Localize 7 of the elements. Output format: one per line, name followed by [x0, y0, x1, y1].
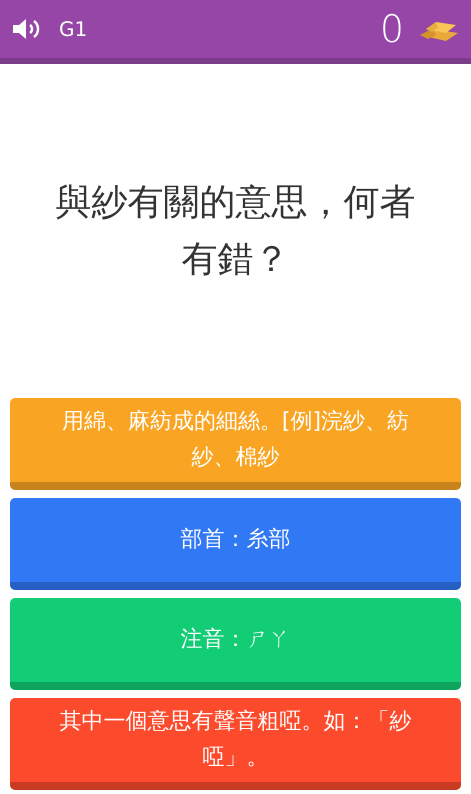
answer-button[interactable]: 注音：ㄕㄚ: [10, 598, 461, 690]
answer-button[interactable]: 其中一個意思有聲音粗啞。如：「紗啞」。: [10, 698, 461, 790]
level-label: G1: [59, 16, 88, 43]
answer-button[interactable]: 部首：糸部: [10, 498, 461, 590]
question-text: 與紗有關的意思，何者有錯？: [54, 181, 416, 282]
answer-button[interactable]: 用綿、麻紡成的細絲。[例]浣紗、紡紗、棉紗: [10, 398, 461, 490]
score-counter: 0: [380, 10, 404, 48]
